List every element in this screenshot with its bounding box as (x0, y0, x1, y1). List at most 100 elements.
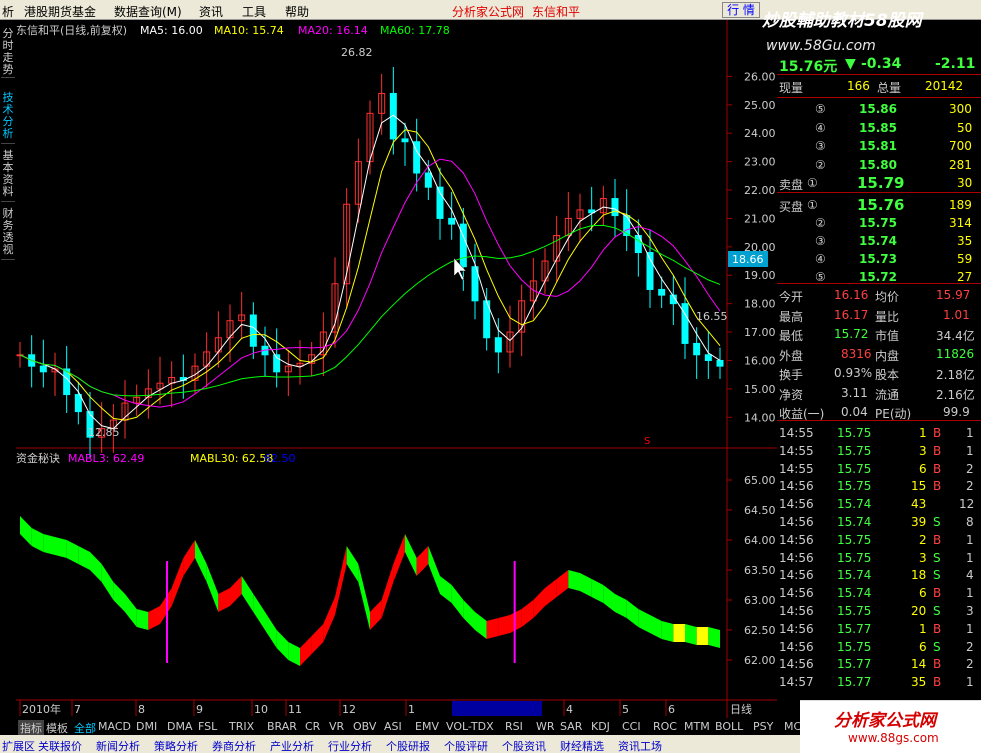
indicator-segment (661, 621, 674, 642)
menu-item-hk-futures[interactable]: 港股期货基金 (24, 3, 96, 20)
indicator-segment (708, 627, 720, 648)
time-label: 4 (566, 703, 573, 716)
price-tick-label: 21.00 (744, 212, 776, 225)
indicator-segment (568, 570, 580, 591)
indicator-tab[interactable]: DMI (136, 720, 157, 733)
window-title: 分析家公式网 (452, 5, 525, 19)
indicator-tab[interactable]: WR (536, 720, 555, 733)
tab-intraday[interactable]: 分时走势 (1, 28, 15, 78)
indicator-segment (416, 546, 429, 576)
price-tick-label: 14.00 (744, 411, 776, 424)
indicator-segment (195, 540, 207, 582)
buy-level-row: ④ 15.73 59 (815, 252, 973, 266)
ma60-label: MA60: 17.78 (380, 24, 450, 37)
down-arrow-icon: ▼ (845, 56, 856, 72)
stock-title: 东信和平 (532, 5, 581, 19)
indicator-tab[interactable]: FSL (198, 720, 217, 733)
indicator-segment (20, 516, 32, 546)
stat-row: 换手 0.93% 股本 2.18亿 (779, 366, 975, 382)
trade-tick-row: 14:56 15.75 2 B 1 (779, 532, 974, 547)
indicator-tab[interactable]: BOLL (715, 720, 743, 733)
indicator-segment (638, 609, 650, 633)
price-change: -0.34 (861, 56, 902, 72)
indicator-tab[interactable]: ASI (384, 720, 402, 733)
indicator-segment (486, 618, 499, 639)
menu-item-analyze[interactable]: 析 (2, 3, 14, 20)
indicator-tab[interactable]: ROC (653, 720, 677, 733)
status-tab[interactable]: 财经精选 (560, 738, 604, 753)
indicator-tab[interactable]: 模板 (46, 720, 68, 736)
indicator-segment (626, 600, 639, 627)
stat-row: 净资 3.11 流通 2.16亿 (779, 385, 975, 402)
indicator-segment (323, 597, 335, 642)
time-label: 6 (668, 703, 675, 716)
menu-item-tools[interactable]: 工具 (242, 3, 266, 20)
status-tab[interactable]: 资讯工场 (618, 738, 662, 753)
price-tick-label: 24.00 (744, 127, 776, 140)
trade-tick-row: 14:56 15.74 18 S 4 (779, 568, 974, 583)
indicator-tab[interactable]: CCI (622, 720, 641, 733)
status-tab[interactable]: 个股评研 (444, 738, 488, 753)
status-tab[interactable]: 关联报价 (38, 738, 82, 753)
left-side-tabs: 分时走势 技术分析 基本资料 财务透视 (0, 20, 16, 720)
buy-level-row: ③ 15.74 35 (815, 234, 973, 248)
indicator-segment (241, 576, 254, 612)
indicator-tab[interactable]: EMV (415, 720, 439, 733)
status-tab[interactable]: 行业分析 (328, 738, 372, 753)
indicator-tab[interactable]: VOL-TDX (446, 720, 494, 733)
indicator-segment (136, 609, 149, 630)
indicator-segment (405, 534, 417, 576)
indicator-tab[interactable]: TRIX (229, 720, 254, 733)
indicator-segment (148, 606, 160, 630)
indicator-tab[interactable]: BRAR (267, 720, 297, 733)
tab-financials[interactable]: 财务透视 (1, 208, 15, 260)
menu-item-data-query[interactable]: 数据查询(M) (114, 3, 182, 20)
indicator-segment (393, 534, 405, 582)
indicator-segment (230, 576, 242, 606)
logo-url: www.88gs.com (848, 731, 939, 745)
price-tick-label: 23.00 (744, 156, 776, 169)
indicator-tab[interactable]: DMA (167, 720, 193, 733)
indicator-tab[interactable]: 指标 (18, 720, 44, 736)
status-tab[interactable]: 个股资讯 (502, 738, 546, 753)
tab-technical[interactable]: 技术分析 (1, 92, 15, 144)
menu-item-news[interactable]: 资讯 (199, 3, 223, 20)
status-tab[interactable]: 个股研报 (386, 738, 430, 753)
indicator-tab[interactable]: CR (305, 720, 320, 733)
indicator-tab[interactable]: KDJ (591, 720, 610, 733)
indicator-tab[interactable]: RSI (505, 720, 523, 733)
candle-body (494, 337, 502, 353)
indicator-segment (125, 594, 137, 627)
ma5-label: MA5: 16.00 (140, 24, 203, 37)
status-tab[interactable]: 产业分析 (270, 738, 314, 753)
indicator-tab[interactable]: MACD (98, 720, 131, 733)
time-label: 2010年 (22, 702, 61, 716)
sell-level-row: ③ 15.81 700 (815, 139, 972, 153)
indicator-segment (615, 594, 627, 618)
indicator-segment (276, 630, 289, 660)
status-tab[interactable]: 策略分析 (154, 738, 198, 753)
indicator-segment (113, 582, 125, 612)
indicator-tab[interactable]: SAR (560, 720, 582, 733)
indicator-segment (311, 624, 324, 654)
price-tick-label: 16.00 (744, 354, 776, 367)
quote-button[interactable]: 行 情 (722, 2, 760, 18)
tab-fundamentals[interactable]: 基本资料 (1, 150, 15, 202)
status-tab[interactable]: 扩展区 (2, 738, 35, 753)
indicator-tab[interactable]: PSY (753, 720, 773, 733)
stat-row: 最高 16.17 量比 1.01 (779, 307, 970, 324)
status-tab[interactable]: 券商分析 (212, 738, 256, 753)
buy-level-row: ② 15.75 314 (815, 216, 972, 230)
trade-tick-row: 14:57 15.77 35 B 1 (779, 675, 974, 690)
chart-area[interactable]: 14.0015.0016.0017.0018.0019.0020.0021.00… (16, 20, 777, 718)
indicator-segment (160, 588, 172, 624)
indicator-tab[interactable]: MTM (684, 720, 710, 733)
status-tab[interactable]: 新闻分析 (96, 738, 140, 753)
menu-item-help[interactable]: 帮助 (285, 3, 309, 20)
indicator-tab[interactable]: VR (329, 720, 344, 733)
indicator-tab[interactable]: OBV (353, 720, 376, 733)
indicator-extra-label: 62.50 (264, 452, 296, 465)
buy-level-row: 买盘 ① 15.76 189 (779, 196, 972, 214)
site-logo: 分析家公式网 www.88gs.com (800, 700, 981, 753)
indicator-tab[interactable]: 全部 (74, 720, 96, 736)
